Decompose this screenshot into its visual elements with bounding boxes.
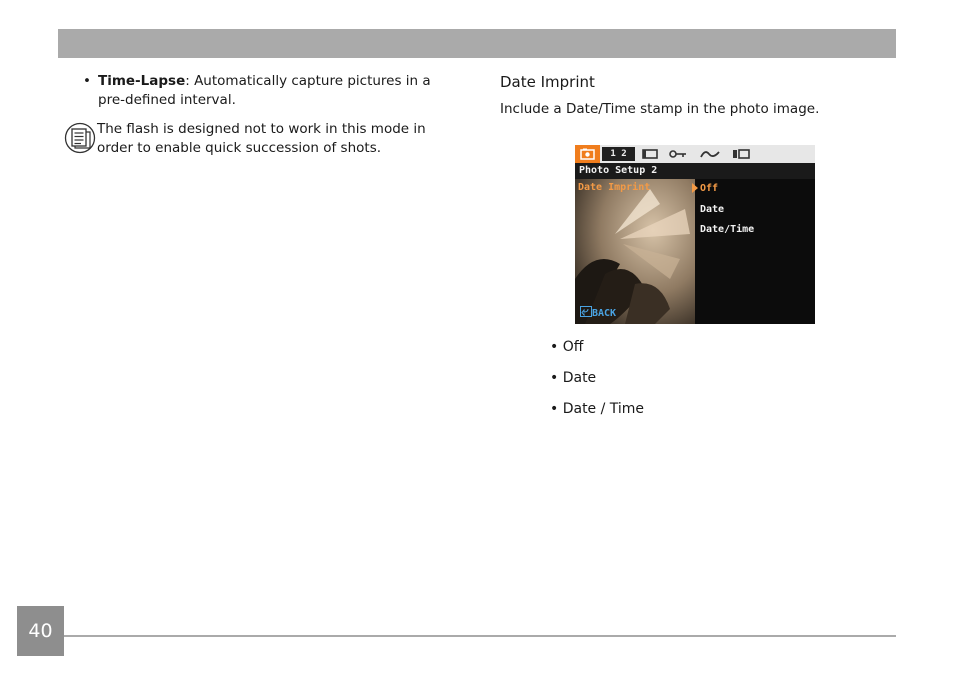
menu-label: Date Imprint <box>578 182 651 193</box>
wave-icon <box>700 151 720 158</box>
camera-screen: 1 2 Photo Setup 2 Date Imprint Off Date … <box>575 145 815 324</box>
card-icon <box>733 149 750 159</box>
selection-arrow-icon <box>692 183 698 193</box>
note-block: The flash is designed not to work in thi… <box>64 120 464 158</box>
option-date-time: • Date / Time <box>550 401 645 417</box>
flower-photo <box>575 179 695 324</box>
option-off: • Off <box>550 339 584 355</box>
screen-option-off: Off <box>700 183 719 194</box>
page-number: 40 <box>17 606 64 656</box>
playback-icon <box>642 149 658 159</box>
bullet-text: Time-Lapse: Automatically capture pictur… <box>98 72 458 110</box>
screen-option-date-time: Date/Time <box>700 224 755 235</box>
header-bar <box>58 29 896 58</box>
camera-icon <box>580 148 595 160</box>
page-tab: 1 2 <box>602 147 635 161</box>
screen-title: Photo Setup 2 <box>575 163 815 179</box>
back-icon <box>580 306 592 317</box>
back-label: BACK <box>592 308 617 319</box>
screen-option-date: Date <box>700 204 725 215</box>
left-column: • Time-Lapse: Automatically capture pict… <box>83 72 458 110</box>
option-date: • Date <box>550 370 597 386</box>
section-description: Include a Date/Time stamp in the photo i… <box>500 101 820 117</box>
key-icon <box>669 150 686 158</box>
camera-tab <box>575 145 600 163</box>
options-list: • Off • Date • Date / Time <box>550 338 644 431</box>
time-lapse-bullet: • Time-Lapse: Automatically capture pict… <box>83 72 458 110</box>
section-heading: Date Imprint <box>500 73 595 91</box>
bullet-term: Time-Lapse <box>98 73 186 89</box>
back-button: BACK <box>580 306 616 319</box>
footer-rule <box>64 635 896 637</box>
note-text: The flash is designed not to work in thi… <box>97 121 426 156</box>
note-icon <box>64 122 96 154</box>
bullet-dot: • <box>83 73 91 89</box>
